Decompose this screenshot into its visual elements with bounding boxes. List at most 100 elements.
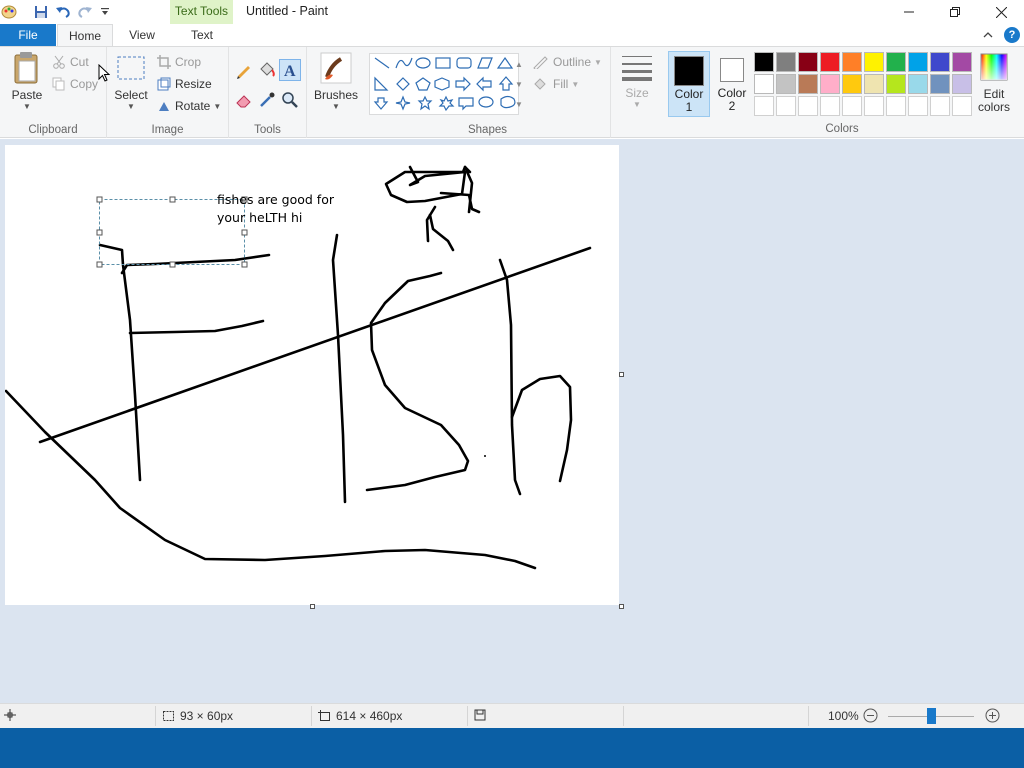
color2-button[interactable]: Color 2 (712, 51, 752, 117)
brushes-group: Brushes ▼ (307, 47, 365, 138)
palette-swatch-empty[interactable] (754, 96, 774, 116)
palette-swatch[interactable] (864, 74, 884, 94)
palette-swatch[interactable] (754, 52, 774, 72)
tab-view[interactable]: View (114, 24, 170, 46)
taskbar (0, 728, 1024, 768)
canvas-size: 614 × 460px (318, 709, 402, 723)
brushes-button[interactable]: Brushes ▼ (312, 51, 360, 111)
pencil-icon[interactable] (235, 61, 253, 79)
copy-button[interactable]: Copy (52, 74, 98, 94)
palette-swatch-empty[interactable] (820, 96, 840, 116)
brushes-dropdown-icon: ▼ (332, 102, 340, 111)
help-icon[interactable]: ? (1004, 27, 1020, 43)
outline-label: Outline (553, 55, 592, 69)
palette-swatch[interactable] (776, 52, 796, 72)
palette-swatch[interactable] (952, 52, 972, 72)
shapes-scroll-icon[interactable]: ▲ ▼ ▼ (515, 55, 523, 115)
drawing-canvas[interactable]: fishes are good for your heLTH hi (5, 145, 619, 605)
customize-quick-access-icon[interactable] (96, 3, 114, 21)
fill-dropdown-icon: ▼ (571, 79, 580, 89)
palette-swatch[interactable] (776, 74, 796, 94)
tab-home[interactable]: Home (57, 24, 113, 46)
rotate-label: Rotate (175, 99, 211, 113)
size-dropdown-icon: ▼ (633, 100, 641, 109)
restore-button[interactable] (932, 0, 978, 24)
status-separator (467, 706, 468, 726)
palette-swatch[interactable] (842, 52, 862, 72)
rotate-button[interactable]: Rotate ▼ (157, 96, 221, 116)
eraser-icon[interactable] (235, 91, 253, 109)
zoom-out-button[interactable] (863, 708, 878, 723)
selection-size-value: 93 × 60px (180, 709, 234, 723)
text-tool-icon[interactable]: A (279, 59, 301, 81)
shapes-gallery[interactable] (369, 53, 519, 115)
rotate-icon (159, 102, 169, 111)
crop-label: Crop (175, 55, 202, 69)
zoom-level: 100% (828, 709, 859, 723)
canvas-resize-handle-bottom[interactable] (310, 604, 315, 609)
minimize-button[interactable] (886, 0, 932, 24)
rotate-dropdown-icon: ▼ (213, 101, 222, 111)
canvas-resize-handle-corner[interactable] (619, 604, 624, 609)
outline-button[interactable]: Outline ▼ (533, 52, 602, 72)
palette-swatch-empty[interactable] (886, 96, 906, 116)
undo-icon[interactable] (54, 3, 72, 21)
color-picker-icon[interactable] (258, 91, 276, 109)
fill-bucket-icon[interactable] (258, 61, 276, 79)
palette-swatch-empty[interactable] (930, 96, 950, 116)
palette-swatch-empty[interactable] (798, 96, 818, 116)
canvas-text-box[interactable]: fishes are good for your heLTH hi (217, 191, 334, 227)
tab-text[interactable]: Text (172, 24, 232, 46)
fill-button[interactable]: Fill ▼ (533, 74, 579, 94)
tools-group-label: Tools (254, 124, 281, 136)
redo-icon[interactable] (76, 3, 94, 21)
palette-swatch[interactable] (754, 74, 774, 94)
palette-swatch-empty[interactable] (908, 96, 928, 116)
zoom-slider-thumb[interactable] (927, 708, 936, 724)
color1-number: 1 (685, 100, 693, 114)
palette-swatch[interactable] (908, 52, 928, 72)
palette-swatch-empty[interactable] (842, 96, 862, 116)
zoom-in-icon (985, 708, 1000, 723)
resize-button[interactable]: Resize (157, 74, 212, 94)
copy-icon (52, 77, 65, 91)
collapse-ribbon-icon[interactable] (980, 27, 996, 43)
edit-colors-button[interactable]: Edit colors (975, 53, 1013, 114)
paint-app-icon[interactable] (0, 3, 18, 21)
crop-icon (157, 55, 171, 69)
zoom-in-button[interactable] (985, 708, 1000, 723)
canvas-resize-handle-right[interactable] (619, 372, 624, 377)
palette-swatch-empty[interactable] (776, 96, 796, 116)
palette-swatch[interactable] (886, 52, 906, 72)
palette-swatch[interactable] (820, 74, 840, 94)
copy-label: Copy (70, 77, 99, 91)
palette-swatch[interactable] (930, 74, 950, 94)
ribbon-tabs: File Home View Text ? (0, 24, 1024, 46)
status-separator (155, 706, 156, 726)
palette-swatch[interactable] (798, 52, 818, 72)
close-button[interactable] (978, 0, 1024, 24)
palette-swatch[interactable] (820, 52, 840, 72)
magnifier-icon[interactable] (281, 91, 299, 109)
palette-swatch-empty[interactable] (952, 96, 972, 116)
palette-swatch[interactable] (952, 74, 972, 94)
palette-swatch[interactable] (864, 52, 884, 72)
paste-button[interactable]: Paste ▼ (6, 51, 48, 111)
size-button[interactable]: Size ▼ (617, 53, 657, 109)
crop-button[interactable]: Crop (157, 52, 201, 72)
palette-swatch[interactable] (908, 74, 928, 94)
color1-button[interactable]: Color 1 (668, 51, 710, 117)
clipboard-group: Paste ▼ Cut Copy Clipboard (0, 47, 107, 138)
cut-button[interactable]: Cut (52, 52, 89, 72)
palette-swatch[interactable] (886, 74, 906, 94)
palette-swatch[interactable] (842, 74, 862, 94)
paste-dropdown-icon: ▼ (23, 102, 31, 111)
palette-swatch[interactable] (930, 52, 950, 72)
select-button[interactable]: Select ▼ (113, 51, 149, 111)
contextual-tab-text-tools: Text Tools (170, 0, 233, 24)
save-icon[interactable] (32, 3, 50, 21)
selection-size-icon (163, 711, 174, 721)
palette-swatch[interactable] (798, 74, 818, 94)
palette-swatch-empty[interactable] (864, 96, 884, 116)
tab-file[interactable]: File (0, 24, 56, 46)
